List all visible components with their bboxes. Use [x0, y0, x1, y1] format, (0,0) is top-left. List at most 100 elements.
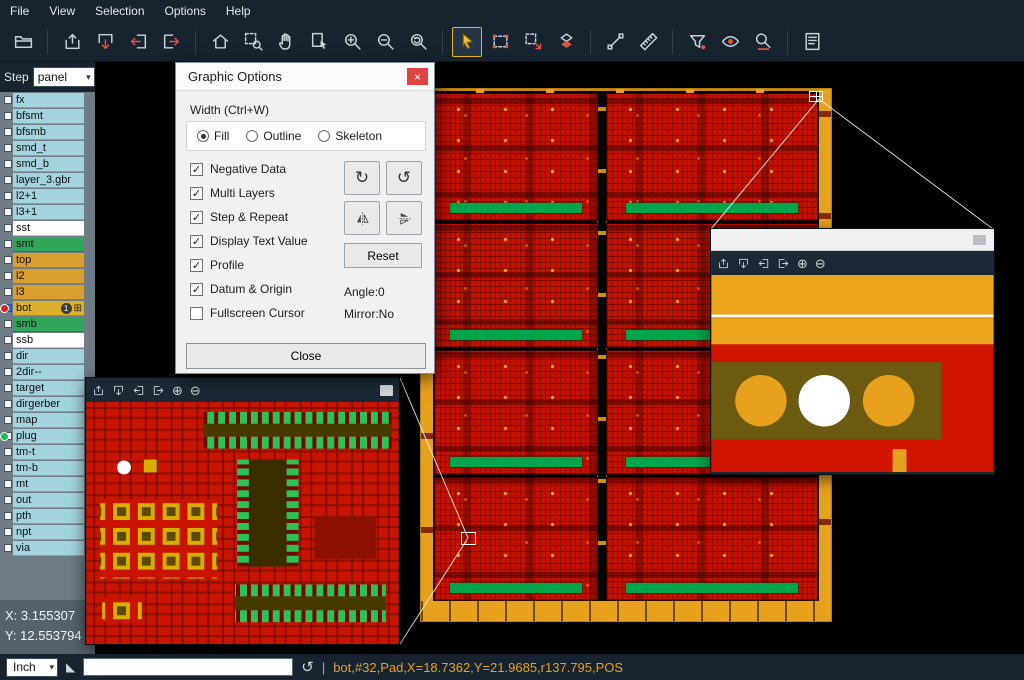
option-multi-layers[interactable]: ✓Multi Layers [190, 185, 308, 201]
pointer-tool-button[interactable] [452, 27, 482, 57]
zoom-in-button[interactable] [337, 27, 367, 57]
rect-select-button[interactable] [485, 27, 515, 57]
layer-visibility-checkbox[interactable] [4, 480, 12, 488]
layer-visibility-checkbox[interactable] [4, 176, 12, 184]
layer-visibility-checkbox[interactable] [4, 400, 12, 408]
layer-visibility-checkbox[interactable] [4, 352, 12, 360]
zoom-out-icon[interactable]: ⊖ [815, 257, 826, 270]
layer-row-tm-b[interactable]: tm-b [0, 461, 84, 476]
import-left-icon[interactable] [757, 257, 770, 270]
layer-row-smt[interactable]: smt [0, 237, 84, 252]
window-button[interactable] [380, 385, 393, 396]
layer-name[interactable]: npt [13, 525, 84, 540]
menu-item-options[interactable]: Options [155, 1, 216, 21]
snap-mode-icon[interactable]: ◣ [66, 660, 75, 674]
import-bottom-icon[interactable] [737, 257, 750, 270]
import-top-icon[interactable] [92, 384, 105, 397]
layer-row-layer_3.gbr[interactable]: layer_3.gbr [0, 173, 84, 188]
layer-row-bot[interactable]: bot1⊞ [0, 301, 84, 316]
layer-visibility-checkbox[interactable] [4, 256, 12, 264]
ruler-button[interactable] [633, 27, 663, 57]
filter-button[interactable] [682, 27, 712, 57]
import-bottom-button[interactable] [90, 27, 120, 57]
zoom-out-button[interactable] [370, 27, 400, 57]
layer-row-tm-t[interactable]: tm-t [0, 445, 84, 460]
layer-row-l3+1[interactable]: l3+1 [0, 205, 84, 220]
layer-name[interactable]: bfsmb [13, 125, 84, 140]
layer-name[interactable]: smt [13, 237, 84, 252]
unit-select[interactable]: Inch ▾ [6, 658, 58, 677]
layer-name[interactable]: l2+1 [13, 189, 84, 204]
layer-row-via[interactable]: via [0, 541, 84, 556]
layer-visibility-checkbox[interactable] [4, 368, 12, 376]
layer-name[interactable]: layer_3.gbr [13, 173, 84, 188]
layer-visibility-checkbox[interactable] [4, 544, 12, 552]
layer-visibility-checkbox[interactable] [4, 336, 12, 344]
layer-name[interactable]: fx [13, 93, 84, 108]
layer-visibility-checkbox[interactable] [4, 272, 12, 280]
zoom-previous-button[interactable] [403, 27, 433, 57]
layer-name[interactable]: dirgerber [13, 397, 84, 412]
layer-name[interactable]: smd_t [13, 141, 84, 156]
zoom-in-icon[interactable]: ⊕ [172, 384, 183, 397]
layer-visibility-checkbox[interactable] [4, 384, 12, 392]
zoom-in-icon[interactable]: ⊕ [797, 257, 808, 270]
layer-name[interactable]: via [13, 541, 84, 556]
layer-name[interactable]: smd_b [13, 157, 84, 172]
option-negative-data[interactable]: ✓Negative Data [190, 161, 308, 177]
layer-name[interactable]: top [13, 253, 84, 268]
menu-item-file[interactable]: File [0, 1, 39, 21]
fill-mode-fill[interactable]: Fill [197, 129, 229, 143]
import-top-icon[interactable] [717, 257, 730, 270]
layer-name[interactable]: bot1⊞ [13, 301, 84, 316]
layer-row-plug[interactable]: plug [0, 429, 84, 444]
layer-row-dirgerber[interactable]: dirgerber [0, 397, 84, 412]
rotate-ccw-button[interactable]: ↺ [386, 161, 422, 195]
option-datum-origin[interactable]: ✓Datum & Origin [190, 281, 308, 297]
import-bottom-icon[interactable] [112, 384, 125, 397]
layer-name[interactable]: l3+1 [13, 205, 84, 220]
option-display-text-value[interactable]: ✓Display Text Value [190, 233, 308, 249]
layer-row-dir[interactable]: dir [0, 349, 84, 364]
layer-name[interactable]: mt [13, 477, 84, 492]
import-top-button[interactable] [57, 27, 87, 57]
mirror-horizontal-button[interactable] [344, 201, 380, 235]
step-select[interactable]: panel ▾ [33, 67, 95, 87]
layer-row-out[interactable]: out [0, 493, 84, 508]
layer-visibility-checkbox[interactable] [4, 320, 12, 328]
layer-visibility-checkbox[interactable] [4, 192, 12, 200]
layer-visibility-checkbox[interactable] [4, 112, 12, 120]
pan-button[interactable] [271, 27, 301, 57]
layer-row-bfsmt[interactable]: bfsmt [0, 109, 84, 124]
highlight-button[interactable] [715, 27, 745, 57]
layer-visibility-checkbox[interactable] [4, 128, 12, 136]
layer-row-mt[interactable]: mt [0, 477, 84, 492]
reset-button[interactable]: Reset [344, 243, 422, 268]
layer-name[interactable]: tm-b [13, 461, 84, 476]
layer-row-l2+1[interactable]: l2+1 [0, 189, 84, 204]
layer-name[interactable]: l2 [13, 269, 84, 284]
layer-visibility-checkbox[interactable] [4, 448, 12, 456]
import-right-icon[interactable] [777, 257, 790, 270]
rotate-cw-button[interactable]: ↻ [344, 161, 380, 195]
layer-name[interactable]: tm-t [13, 445, 84, 460]
layer-row-smd_t[interactable]: smd_t [0, 141, 84, 156]
layer-name[interactable]: bfsmt [13, 109, 84, 124]
layer-name[interactable]: map [13, 413, 84, 428]
layer-visibility-checkbox[interactable] [4, 528, 12, 536]
transform-button[interactable] [518, 27, 548, 57]
layer-name[interactable]: l3 [13, 285, 84, 300]
layer-visibility-checkbox[interactable] [4, 144, 12, 152]
layer-name[interactable]: plug [13, 429, 84, 444]
layer-visibility-checkbox[interactable] [4, 288, 12, 296]
page-select-button[interactable] [304, 27, 334, 57]
import-right-icon[interactable] [152, 384, 165, 397]
layer-visibility-checkbox[interactable] [4, 160, 12, 168]
menu-item-view[interactable]: View [39, 1, 85, 21]
window-button[interactable] [973, 235, 986, 245]
zoom-out-icon[interactable]: ⊖ [190, 384, 201, 397]
layer-visibility-checkbox[interactable] [4, 496, 12, 504]
menu-item-help[interactable]: Help [216, 1, 261, 21]
layer-visibility-checkbox[interactable] [4, 464, 12, 472]
layer-visibility-checkbox[interactable] [4, 416, 12, 424]
